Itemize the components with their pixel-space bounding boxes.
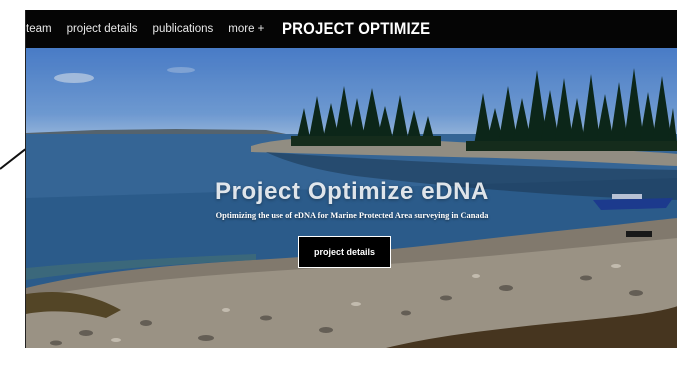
hero-title: Project Optimize eDNA [215, 178, 489, 205]
top-navigation-bar: team project details publications more +… [26, 10, 677, 48]
site-brand[interactable]: PROJECT OPTIMIZE [282, 19, 430, 39]
nav-link-team[interactable]: team [26, 23, 52, 35]
hero-subtitle: Optimizing the use of eDNA for Marine Pr… [215, 211, 489, 220]
nav-link-publications[interactable]: publications [153, 23, 214, 35]
hero-banner: Project Optimize eDNA Optimizing the use… [26, 48, 677, 348]
website-window: team project details publications more +… [25, 10, 677, 348]
project-details-button[interactable]: project details [298, 236, 391, 268]
nav-menu: team project details publications more + [26, 10, 279, 48]
nav-link-project-details[interactable]: project details [67, 23, 138, 35]
annotation-line [0, 148, 26, 170]
nav-link-more[interactable]: more + [228, 23, 264, 35]
